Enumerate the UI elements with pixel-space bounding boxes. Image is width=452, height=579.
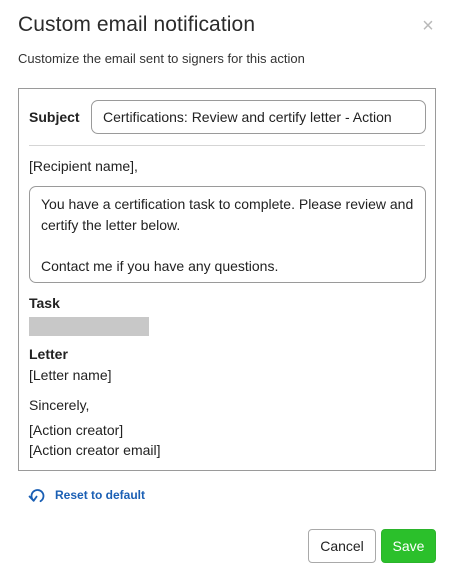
divider [29,145,425,146]
reset-to-default-link[interactable]: Reset to default [28,486,145,504]
task-label: Task [29,295,60,311]
task-placeholder [29,317,149,336]
greeting-text: [Recipient name], [29,158,138,174]
letter-name: [Letter name] [29,367,112,383]
dialog-title: Custom email notification [18,13,256,36]
letter-label: Letter [29,346,68,362]
subject-label: Subject [29,109,80,125]
creator-email: [Action creator email] [29,442,161,458]
closing-text: Sincerely, [29,397,90,413]
email-editor: Subject [Recipient name], You have a cer… [18,88,436,471]
save-button[interactable]: Save [381,529,436,563]
dialog-subtitle: Customize the email sent to signers for … [18,51,305,66]
custom-email-dialog: Custom email notification × Customize th… [0,0,452,579]
undo-icon [28,487,47,504]
close-icon[interactable]: × [419,16,437,36]
cancel-button[interactable]: Cancel [308,529,376,563]
creator-name: [Action creator] [29,422,124,438]
reset-label: Reset to default [55,488,146,502]
email-body-textarea[interactable]: You have a certification task to complet… [29,186,426,283]
subject-input[interactable] [91,100,426,134]
